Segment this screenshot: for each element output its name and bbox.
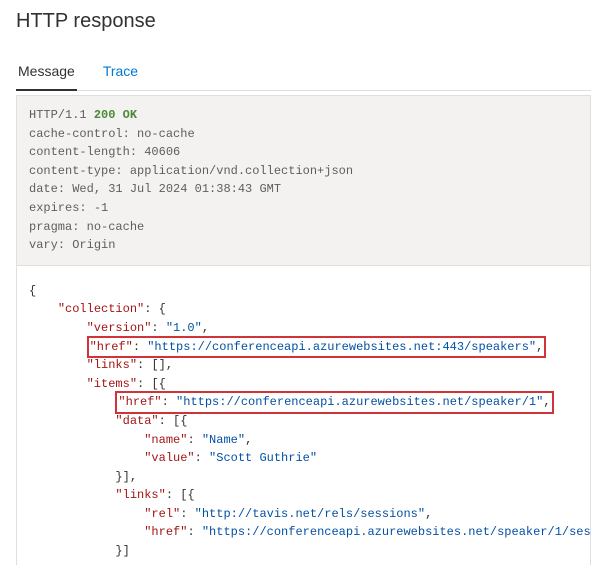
json-key-value: "value" [144, 451, 194, 465]
http-headers-block: HTTP/1.1 200 OK cache-control: no-cache … [16, 95, 591, 266]
highlight-item-href: "href": "https://conferenceapi.azurewebs… [115, 391, 553, 414]
json-key-collection: "collection" [58, 302, 144, 316]
json-key-href: "href" [90, 340, 133, 354]
hdr-vary-k: vary [29, 238, 58, 252]
json-key-href3: "href" [144, 525, 187, 539]
json-body-block: { "collection": { "version": "1.0", "hre… [16, 266, 591, 565]
hdr-pragma-v: no-cache [87, 220, 145, 234]
page-title: HTTP response [16, 10, 591, 33]
json-val-coll-href: "https://conferenceapi.azurewebsites.net… [147, 340, 536, 354]
json-val-item-href: "https://conferenceapi.azurewebsites.net… [176, 395, 543, 409]
status-code: 200 OK [94, 108, 137, 122]
tab-message[interactable]: Message [16, 57, 77, 91]
json-val-sessions-href: "https://conferenceapi.azurewebsites.net… [202, 525, 591, 539]
hdr-cache-control-k: cache-control [29, 127, 123, 141]
json-val-version: "1.0" [166, 321, 202, 335]
hdr-content-length-k: content-length [29, 145, 130, 159]
hdr-content-type-v: application/vnd.collection+json [130, 164, 353, 178]
json-key-name: "name" [144, 433, 187, 447]
hdr-expires-v: -1 [94, 201, 108, 215]
json-key-href: "href" [118, 395, 161, 409]
json-key-items: "items" [87, 377, 137, 391]
json-val-name: "Name" [202, 433, 245, 447]
json-key-data: "data" [115, 414, 158, 428]
hdr-content-type-k: content-type [29, 164, 115, 178]
status-line-prefix: HTTP/1.1 [29, 108, 94, 122]
tab-trace[interactable]: Trace [101, 57, 140, 91]
json-key-links: "links" [87, 358, 137, 372]
json-key-version: "version" [87, 321, 152, 335]
tab-bar: Message Trace [16, 57, 591, 91]
json-val-value: "Scott Guthrie" [209, 451, 317, 465]
hdr-pragma-k: pragma [29, 220, 72, 234]
json-val-rel: "http://tavis.net/rels/sessions" [195, 507, 425, 521]
hdr-vary-v: Origin [72, 238, 115, 252]
hdr-content-length-v: 40606 [144, 145, 180, 159]
hdr-date-k: date [29, 182, 58, 196]
hdr-date-v: Wed, 31 Jul 2024 01:38:43 GMT [72, 182, 281, 196]
hdr-expires-k: expires [29, 201, 79, 215]
json-key-rel: "rel" [144, 507, 180, 521]
highlight-collection-href: "href": "https://conferenceapi.azurewebs… [87, 336, 547, 359]
json-key-links2: "links" [115, 488, 165, 502]
hdr-cache-control-v: no-cache [137, 127, 195, 141]
